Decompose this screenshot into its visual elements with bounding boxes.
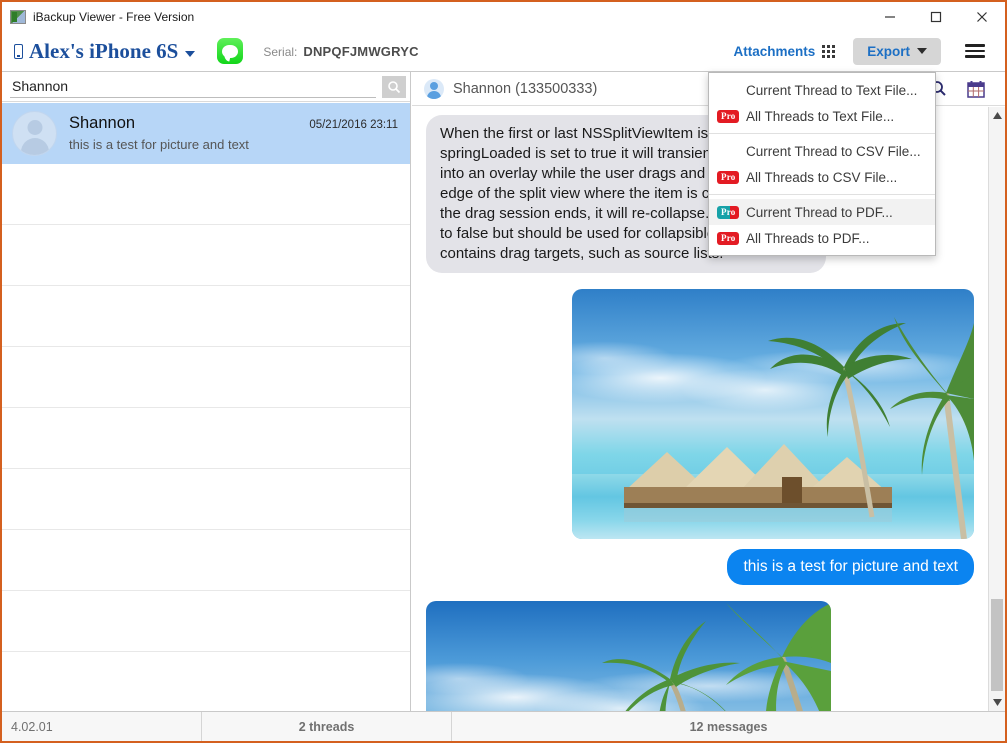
serial-value: DNPQFJMWGRYC: [303, 43, 419, 59]
threads-panel: Shannon 05/21/2016 23:11 this is a test …: [2, 72, 411, 711]
message-row: [412, 601, 988, 711]
serial-label: Serial:: [263, 44, 298, 59]
menu-item-all-threads-csv[interactable]: Pro All Threads to CSV File...: [709, 164, 935, 190]
list-item[interactable]: [2, 408, 410, 469]
speech-bubble-icon: [222, 44, 239, 58]
menu-item-label: Current Thread to PDF...: [746, 204, 893, 220]
calendar-icon[interactable]: [967, 80, 985, 98]
menu-separator: [709, 194, 935, 195]
list-item[interactable]: [2, 347, 410, 408]
photo-illustration: [624, 317, 974, 539]
list-item[interactable]: [2, 591, 410, 652]
status-threads-count: 2 threads: [202, 711, 452, 741]
status-messages-count: 12 messages: [689, 719, 768, 734]
thread-date: 05/21/2016 23:11: [309, 119, 398, 131]
menu-item-label: Current Thread to CSV File...: [746, 143, 921, 159]
message-image-tropical-resort[interactable]: [572, 289, 974, 539]
message-bubble-outgoing: this is a test for picture and text: [727, 549, 974, 589]
window-title: iBackup Viewer - Free Version: [33, 9, 195, 24]
pro-badge-icon: Pro: [717, 109, 740, 123]
menu-item-all-threads-text[interactable]: Pro All Threads to Text File...: [709, 103, 935, 129]
conversation-title: Shannon (133500333): [453, 80, 598, 97]
menu-item-label: Current Thread to Text File...: [746, 82, 918, 98]
export-label: Export: [867, 43, 910, 59]
menu-indent: Pro: [717, 170, 740, 184]
list-item[interactable]: Shannon 05/21/2016 23:11 this is a test …: [2, 103, 410, 164]
thread-snippet: this is a test for picture and text: [69, 137, 249, 152]
menu-indent: Pro: [717, 231, 740, 245]
main-toolbar: Alex's iPhone 6S Serial: DNPQFJMWGRYC At…: [2, 31, 1005, 72]
pro-badge-icon: Pro: [717, 231, 740, 245]
photo-illustration: [602, 603, 831, 711]
grid-icon: [822, 44, 836, 58]
scroll-up-arrow[interactable]: [989, 107, 1005, 124]
avatar: [12, 110, 57, 156]
list-item[interactable]: [2, 530, 410, 591]
menu-indent: Pro: [717, 205, 740, 219]
attachments-label: Attachments: [733, 43, 816, 59]
title-bar: iBackup Viewer - Free Version: [2, 2, 1005, 31]
attachments-button[interactable]: Attachments: [727, 39, 841, 64]
maximize-button[interactable]: [913, 2, 959, 31]
scroll-down-arrow[interactable]: [989, 694, 1005, 711]
menu-item-current-thread-pdf[interactable]: Pro Current Thread to PDF...: [709, 199, 935, 225]
menu-separator: [709, 133, 935, 134]
message-row: this is a test for picture and text: [412, 549, 988, 589]
thread-content: Shannon 05/21/2016 23:11 this is a test …: [69, 114, 398, 152]
thread-list[interactable]: Shannon 05/21/2016 23:11 this is a test …: [2, 103, 410, 711]
thread-header: Shannon 05/21/2016 23:11: [69, 114, 398, 133]
status-bar: 4.02.01 2 threads 12 messages: [2, 711, 1005, 741]
list-item[interactable]: [2, 225, 410, 286]
search-bar: [2, 72, 410, 102]
caret-down-icon: [917, 48, 927, 54]
app-window-icon: [10, 9, 26, 24]
list-item[interactable]: [2, 469, 410, 530]
search-input[interactable]: [10, 75, 376, 98]
device-name-label: Alex's iPhone 6S: [29, 38, 179, 63]
menu-indent: Pro: [717, 109, 740, 123]
pro-badge-icon: Pro: [717, 205, 740, 219]
search-button[interactable]: [382, 75, 406, 98]
minimize-button[interactable]: [867, 2, 913, 31]
iphone-icon: [14, 43, 23, 59]
device-selector[interactable]: Alex's iPhone 6S: [14, 38, 196, 64]
menu-item-label: All Threads to Text File...: [746, 108, 895, 124]
menu-item-label: All Threads to CSV File...: [746, 169, 898, 185]
conversation-tools: [930, 80, 985, 98]
application-window: iBackup Viewer - Free Version Alex's iPh…: [0, 0, 1007, 743]
messages-scrollbar[interactable]: [988, 107, 1005, 711]
pro-badge-icon: Pro: [717, 170, 740, 184]
menu-item-label: All Threads to PDF...: [746, 230, 870, 246]
serial-info: Serial: DNPQFJMWGRYC: [263, 44, 418, 59]
list-item[interactable]: [2, 286, 410, 347]
window-controls: [867, 2, 1005, 31]
list-item[interactable]: [2, 652, 410, 711]
menu-item-all-threads-pdf[interactable]: Pro All Threads to PDF...: [709, 225, 935, 251]
message-row: [412, 289, 988, 539]
menu-item-current-thread-csv[interactable]: Current Thread to CSV File...: [709, 138, 935, 164]
message-image-palm-trees[interactable]: [426, 601, 831, 711]
chevron-down-icon: [185, 50, 196, 57]
list-item[interactable]: [2, 164, 410, 225]
export-dropdown-menu[interactable]: Current Thread to Text File... Pro All T…: [708, 72, 936, 256]
scrollbar-thumb[interactable]: [991, 599, 1003, 691]
export-button[interactable]: Export: [853, 37, 941, 65]
close-button[interactable]: [959, 2, 1005, 31]
status-version: 4.02.01: [2, 711, 202, 741]
toolbar-actions: Attachments Export: [727, 37, 1005, 65]
contact-avatar: [424, 78, 444, 99]
hamburger-menu-icon[interactable]: [965, 44, 985, 58]
thread-name: Shannon: [69, 114, 136, 132]
messages-app-icon[interactable]: [217, 38, 244, 64]
menu-item-current-thread-text[interactable]: Current Thread to Text File...: [709, 77, 935, 103]
